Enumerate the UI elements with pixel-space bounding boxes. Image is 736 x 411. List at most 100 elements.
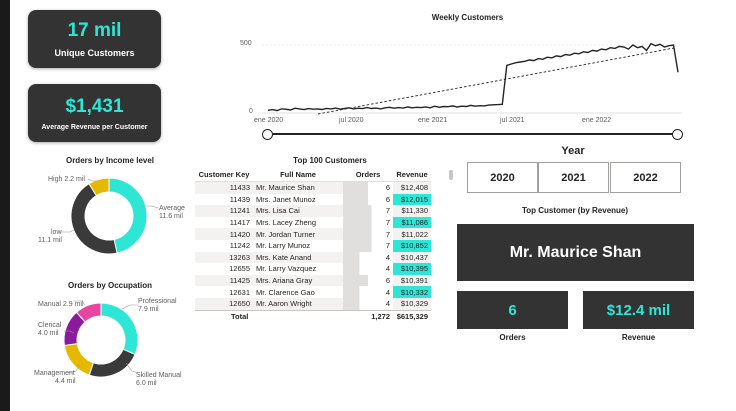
top-customer-title: Top Customer (by Revenue) [521, 206, 629, 215]
table-row[interactable]: 11439 Mrs. Janet Munoz 6 $12,015 [195, 193, 431, 206]
avg-revenue-value: $1,431 [65, 96, 124, 117]
top-customer-name-card: Mr. Maurice Shan [457, 224, 694, 281]
table-row[interactable]: 12631 Mr. Clarence Gao 4 $10,332 [195, 286, 431, 298]
revenue-cell: $10,437 [393, 251, 431, 264]
col-header-full-name[interactable]: Full Name [253, 167, 343, 182]
occupation-manual-label: Manual 2.9 mil [38, 301, 84, 308]
revenue-cell: $10,329 [393, 297, 431, 311]
revenue-cell: $10,332 [393, 286, 431, 298]
occupation-skilled-label: Skilled Manual [136, 372, 182, 379]
customer-key-cell: 12655 [229, 264, 250, 274]
table-row[interactable]: 11425 Mrs. Ariana Gray 6 $10,391 [195, 274, 431, 287]
revenue-cell: $11,330 [393, 205, 431, 217]
full-name-cell: Mr. Jordan Turner [253, 228, 343, 240]
customer-key-cell: 11241 [195, 205, 253, 217]
revenue-cell: $10,395 [393, 263, 431, 275]
unique-customers-value: 17 mil [67, 20, 122, 41]
weekly-y-tick-0: 0 [249, 108, 253, 115]
occupation-skilled-value: 6.0 mil [136, 380, 157, 387]
full-name-cell: Mr. Maurice Shan [253, 181, 343, 194]
weekly-x-tick-2: ene 2021 [418, 117, 448, 124]
total-orders: 1,272 [343, 309, 393, 323]
income-high-label: High 2.2 mil [48, 176, 85, 183]
orders-cell: 6 [343, 181, 393, 194]
income-average-label: Average [159, 205, 185, 212]
top-customer-name: Mr. Maurice Shan [509, 243, 642, 261]
customer-key-cell: 11420 [195, 228, 253, 240]
top-customers-title: Top 100 Customers [293, 156, 367, 165]
occupation-professional-label: Professional [138, 298, 177, 305]
top-customers-table: Customer Key Full Name Orders Revenue 11… [195, 167, 431, 323]
donut-slice-low[interactable] [70, 183, 118, 255]
top-customer-revenue-card: $12.4 mil [583, 291, 694, 329]
full-name-cell: Mrs. Kate Anand [253, 251, 343, 264]
weekly-x-tick-1: jul 2020 [339, 117, 364, 124]
revenue-cell: $12,015 [393, 193, 431, 206]
table-row[interactable]: 12655 Mr. Larry Vazquez 4 $10,395 [195, 263, 431, 275]
customer-key-cell: 12631 [229, 287, 250, 297]
revenue-cell: $11,086 [393, 216, 431, 229]
table-row[interactable]: 12650 Mr. Aaron Wright 4 $10,329 [195, 297, 431, 311]
occupation-professional-value: 7.9 mil [138, 306, 159, 313]
year-option-2021[interactable]: 2021 [538, 162, 609, 193]
top-customer-orders-label: Orders [499, 333, 526, 342]
weekly-customers-series-line[interactable] [267, 42, 679, 112]
date-range-slider-start-handle[interactable] [262, 129, 273, 140]
table-row[interactable]: 11420 Mr. Jordan Turner 7 $11,022 [195, 228, 431, 240]
full-name-cell: Mr. Larry Vazquez [256, 264, 317, 274]
table-row[interactable]: 11242 Mr. Larry Munoz 7 $10,852 [195, 239, 431, 252]
col-header-customer-key[interactable]: Customer Key [195, 167, 253, 182]
full-name-cell: Mr. Clarence Gao [256, 287, 315, 297]
orders-cell: 7 [343, 205, 393, 217]
revenue-cell: $12,408 [393, 181, 431, 194]
orders-cell: 4 [343, 297, 393, 311]
total-label: Total [195, 309, 253, 323]
income-low-value: 11.1 mil [38, 237, 62, 244]
year-option-2022[interactable]: 2022 [610, 162, 681, 193]
weekly-chart-title: Weekly Customers [431, 13, 504, 22]
col-header-revenue[interactable]: Revenue [393, 167, 431, 182]
full-name-cell: Mrs. Janet Munoz [256, 194, 316, 204]
date-range-slider-track[interactable] [267, 133, 678, 135]
occupation-clerical-label: Clerical [38, 322, 62, 329]
full-name-cell: Mrs. Ariana Gray [253, 274, 343, 287]
top-customer-revenue-label: Revenue [621, 333, 656, 342]
table-row[interactable]: 13263 Mrs. Kate Anand 4 $10,437 [195, 251, 431, 264]
weekly-line-chart[interactable] [262, 28, 688, 118]
customer-key-cell: 11439 [229, 194, 250, 204]
top-customer-orders-value: 6 [508, 301, 517, 319]
customer-key-cell: 13263 [195, 251, 253, 264]
table-row[interactable]: 11433 Mr. Maurice Shan 6 $12,408 [195, 181, 431, 194]
revenue-cell: $10,391 [393, 274, 431, 287]
revenue-cell: $10,852 [393, 239, 431, 252]
year-slicer-title: Year [561, 145, 585, 157]
kpi-avg-revenue-card: $1,431 Average Revenue per Customer [28, 84, 161, 142]
col-header-orders[interactable]: Orders [343, 167, 393, 182]
top-customers-table-container: Customer Key Full Name Orders Revenue 11… [195, 167, 431, 323]
weekly-y-tick-500: 500 [240, 40, 252, 47]
occupation-management-value: 4.4 mil [55, 378, 76, 385]
weekly-x-tick-0: ene 2020 [254, 117, 284, 124]
customer-key-cell: 11417 [229, 218, 250, 228]
total-revenue: $615,329 [393, 309, 431, 323]
orders-cell: 4 [343, 263, 393, 275]
top-customer-revenue-value: $12.4 mil [606, 301, 671, 319]
full-name-cell: Mr. Aaron Wright [253, 297, 343, 311]
table-row[interactable]: 11417 Mrs. Lacey Zheng 7 $11,086 [195, 216, 431, 229]
income-chart-title: Orders by Income level [65, 156, 155, 165]
donut-slice-skilled-manual[interactable] [88, 348, 136, 378]
customer-key-cell: 11433 [195, 181, 253, 194]
income-average-value: 11.6 mil [159, 213, 183, 220]
orders-cell: 6 [343, 274, 393, 287]
customer-key-cell: 11425 [195, 274, 253, 287]
donut-slice-professional[interactable] [100, 302, 139, 356]
income-low-label: low [51, 229, 62, 236]
revenue-cell: $11,022 [393, 228, 431, 240]
table-row[interactable]: 11241 Mrs. Lisa Cai 7 $11,330 [195, 205, 431, 217]
date-range-slider-end-handle[interactable] [672, 129, 683, 140]
occupation-clerical-value: 4.0 mil [38, 330, 59, 337]
table-scrollbar[interactable] [449, 170, 453, 180]
orders-cell: 7 [343, 228, 393, 240]
year-option-2020[interactable]: 2020 [467, 162, 538, 193]
full-name-cell: Mrs. Lacey Zheng [256, 218, 317, 228]
